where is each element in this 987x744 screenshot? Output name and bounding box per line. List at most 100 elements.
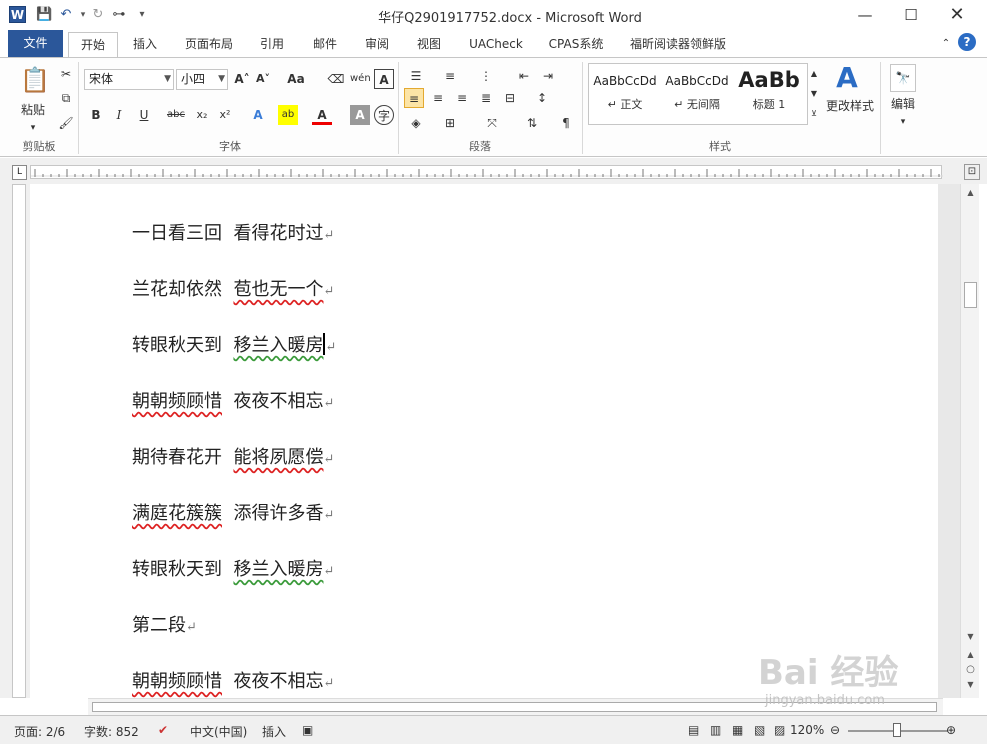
collapse-ribbon-icon[interactable]: ⌃ bbox=[938, 32, 954, 57]
text-line[interactable]: 满庭花簇簇 添得许多香↵ bbox=[132, 499, 334, 525]
prev-page-icon[interactable]: ▲ bbox=[961, 650, 980, 659]
edit-button[interactable]: 编辑 bbox=[886, 94, 920, 114]
ruler-toggle-icon[interactable]: ⊡ bbox=[964, 164, 980, 180]
text-line[interactable]: 转眼秋天到 移兰入暖房↵ bbox=[132, 555, 334, 581]
italic-icon[interactable]: I bbox=[109, 105, 129, 125]
zoom-in-icon[interactable]: ⊕ bbox=[946, 723, 956, 737]
undo-dropdown-icon[interactable]: ▾ bbox=[75, 6, 91, 24]
tab-insert[interactable]: 插入 bbox=[124, 32, 166, 57]
word-count[interactable]: 字数: 852 bbox=[84, 723, 139, 740]
superscript-icon[interactable]: x² bbox=[215, 105, 235, 125]
font-name-select[interactable]: 宋体 ▼ bbox=[84, 69, 174, 90]
multilevel-list-icon[interactable]: ⋮ bbox=[476, 66, 496, 86]
customize-quick-access-icon[interactable]: ▾ bbox=[134, 6, 150, 24]
text-line[interactable]: 转眼秋天到 移兰入暖房↵ bbox=[132, 331, 336, 357]
underline-icon[interactable]: U bbox=[134, 105, 154, 125]
highlight-icon[interactable]: ab bbox=[278, 105, 298, 125]
tab-references[interactable]: 引用 bbox=[252, 32, 292, 57]
tab-page-layout[interactable]: 页面布局 bbox=[178, 32, 240, 57]
show-marks-icon[interactable]: ¶ bbox=[556, 113, 576, 133]
scroll-down-icon[interactable]: ▼ bbox=[961, 632, 980, 641]
decrease-indent-icon[interactable]: ⇤ bbox=[514, 66, 534, 86]
cut-icon[interactable]: ✂ bbox=[56, 64, 76, 84]
format-painter-icon[interactable]: 🖌 bbox=[56, 113, 76, 133]
bullets-icon[interactable]: ☰ bbox=[406, 66, 426, 86]
text-effects-icon[interactable]: A bbox=[248, 105, 268, 125]
find-icon[interactable]: 🔭 bbox=[890, 64, 916, 92]
help-icon[interactable]: ? bbox=[958, 33, 976, 51]
draft-icon[interactable]: ▨ bbox=[774, 723, 785, 737]
char-shading-icon[interactable]: A bbox=[350, 105, 370, 125]
char-border-icon[interactable]: A bbox=[374, 69, 394, 89]
numbering-icon[interactable]: ≡ bbox=[440, 66, 460, 86]
undo-icon[interactable]: ↶ bbox=[58, 6, 74, 24]
change-styles-button[interactable]: 更改样式 bbox=[822, 96, 878, 116]
clear-format-icon[interactable]: ⌫ bbox=[326, 69, 346, 89]
bold-icon[interactable]: B bbox=[86, 105, 106, 125]
vertical-ruler[interactable] bbox=[12, 184, 26, 698]
tab-uacheck[interactable]: UACheck bbox=[462, 32, 530, 57]
page-indicator[interactable]: 页面: 2/6 bbox=[14, 723, 65, 740]
tab-home[interactable]: 开始 bbox=[68, 32, 118, 57]
macro-icon[interactable]: ▣ bbox=[302, 723, 313, 737]
maximize-icon[interactable]: ☐ bbox=[888, 0, 934, 30]
text-line[interactable]: 朝朝频顾惜 夜夜不相忘↵ bbox=[132, 387, 334, 413]
minimize-icon[interactable]: — bbox=[842, 0, 888, 30]
paste-button[interactable]: 粘贴 bbox=[14, 100, 52, 120]
tab-cpas[interactable]: CPAS系统 bbox=[542, 32, 610, 57]
tab-review[interactable]: 审阅 bbox=[356, 32, 398, 57]
insert-mode[interactable]: 插入 bbox=[262, 723, 286, 740]
paste-icon[interactable]: 📋 bbox=[20, 64, 50, 96]
shrink-font-icon[interactable]: A˅ bbox=[253, 69, 273, 89]
edit-dropdown-icon[interactable]: ▾ bbox=[893, 112, 913, 132]
proofing-icon[interactable]: ✔ bbox=[158, 723, 168, 737]
tab-foxit[interactable]: 福昕阅读器领鲜版 bbox=[624, 32, 732, 57]
tree-icon[interactable]: ⊶ bbox=[111, 6, 127, 24]
text-line[interactable]: 第二段↵ bbox=[132, 611, 197, 637]
tab-view[interactable]: 视图 bbox=[408, 32, 450, 57]
close-icon[interactable]: ✕ bbox=[934, 0, 980, 30]
redo-icon[interactable]: ↻ bbox=[90, 6, 106, 24]
scroll-up-icon[interactable]: ▲ bbox=[961, 188, 980, 197]
text-line[interactable]: 朝朝频顾惜 夜夜不相忘↵ bbox=[132, 667, 334, 693]
style-normal[interactable]: AaBbCcDd ↵ 正文 bbox=[589, 64, 661, 124]
subscript-icon[interactable]: x₂ bbox=[192, 105, 212, 125]
tab-mailings[interactable]: 邮件 bbox=[304, 32, 346, 57]
styles-more-icon[interactable]: ⊻ bbox=[808, 104, 820, 124]
chinese-layout-icon[interactable]: ⤧ bbox=[482, 113, 502, 133]
word-app-icon[interactable]: W bbox=[9, 6, 26, 23]
outline-icon[interactable]: ▧ bbox=[754, 723, 765, 737]
shading-icon[interactable]: ◈ bbox=[406, 113, 426, 133]
sort-icon[interactable]: ⇅ bbox=[522, 113, 542, 133]
distributed-icon[interactable]: ⊟ bbox=[500, 88, 520, 108]
line-spacing-icon[interactable]: ↕ bbox=[532, 88, 552, 108]
font-size-select[interactable]: 小四 ▼ bbox=[176, 69, 228, 90]
justify-icon[interactable]: ≣ bbox=[476, 88, 496, 108]
styles-scroll-down-icon[interactable]: ▼ bbox=[808, 84, 820, 104]
text-line[interactable]: 兰花却依然 苞也无一个↵ bbox=[132, 275, 334, 301]
vertical-scrollbar[interactable]: ▲ ▼ ▲ ○ ▼ bbox=[960, 184, 979, 698]
document-page[interactable]: 一日看三回 看得花时过↵ 兰花却依然 苞也无一个↵ 转眼秋天到 移兰入暖房 ↵ 朝… bbox=[30, 184, 938, 698]
grow-font-icon[interactable]: A˄ bbox=[232, 69, 252, 89]
full-screen-reading-icon[interactable]: ▥ bbox=[710, 723, 721, 737]
styles-scroll-up-icon[interactable]: ▲ bbox=[808, 64, 820, 84]
browse-object-icon[interactable]: ○ bbox=[961, 664, 980, 675]
change-case-icon[interactable]: Aa bbox=[286, 69, 306, 89]
enclose-char-icon[interactable]: 字 bbox=[374, 105, 394, 125]
style-heading-1[interactable]: AaBb 标题 1 bbox=[733, 64, 805, 124]
horizontal-ruler[interactable] bbox=[30, 165, 943, 179]
save-icon[interactable]: 💾 bbox=[36, 6, 52, 24]
strikethrough-icon[interactable]: abc bbox=[166, 105, 186, 125]
copy-icon[interactable]: ⧉ bbox=[56, 88, 76, 108]
web-layout-icon[interactable]: ▦ bbox=[732, 723, 743, 737]
align-right-icon[interactable]: ≡ bbox=[452, 88, 472, 108]
font-color-icon[interactable]: A bbox=[312, 105, 332, 125]
zoom-slider-knob[interactable] bbox=[893, 723, 901, 737]
align-left-icon[interactable]: ≡ bbox=[404, 88, 424, 108]
zoom-out-icon[interactable]: ⊖ bbox=[830, 723, 840, 737]
tab-file[interactable]: 文件 bbox=[8, 30, 63, 57]
scroll-thumb[interactable] bbox=[964, 282, 977, 308]
change-styles-icon[interactable]: A bbox=[832, 62, 862, 94]
language-indicator[interactable]: 中文(中国) bbox=[190, 723, 247, 740]
align-center-icon[interactable]: ≡ bbox=[428, 88, 448, 108]
